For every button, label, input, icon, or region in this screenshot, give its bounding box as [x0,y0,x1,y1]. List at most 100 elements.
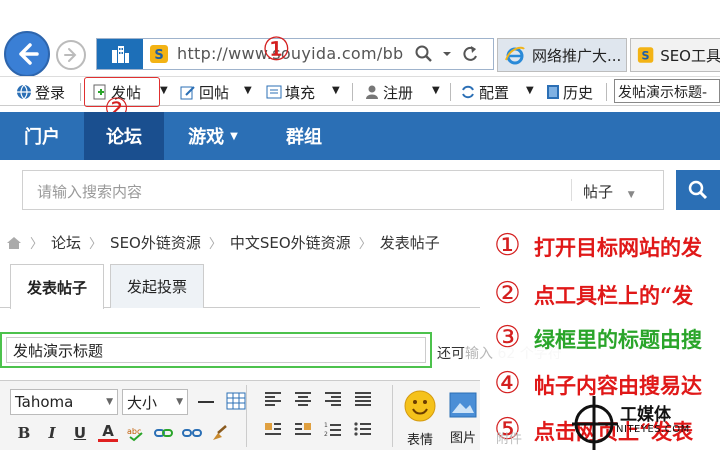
step-text: 绿框里的标题由搜 [534,327,702,352]
breadcrumb: 〉 论坛 〉 SEO外链资源 〉 中文SEO外链资源 〉 发表帖子 [6,232,440,253]
justify-icon[interactable] [354,391,372,407]
font-select[interactable]: Tahoma ▼ [10,389,118,415]
clear-format-icon[interactable] [210,424,230,442]
reply-label: 回帖 [199,83,230,102]
browser-tab-1[interactable]: 网络推广大... [497,38,627,72]
image-icon [449,392,477,418]
globe-icon [17,84,31,100]
size-select[interactable]: 大小 ▼ [122,389,188,415]
table-icon[interactable] [226,391,246,411]
site-nav: 门户 论坛 游戏 ▼ 群组 [0,112,720,160]
config-label: 配置 [479,83,510,102]
back-button[interactable] [4,31,50,77]
svg-text:S: S [154,48,163,63]
align-buttons: 12 [264,391,374,437]
chevron-down-icon: ▼ [176,397,183,407]
unlink-icon[interactable] [182,424,202,442]
book-icon [547,85,559,99]
bold-button[interactable]: B [14,424,34,442]
search-icon[interactable] [413,44,435,64]
register-label: 注册 [383,83,414,102]
breadcrumb-item[interactable]: 中文SEO外链资源 [230,232,351,253]
breadcrumb-item[interactable]: SEO外链资源 [110,232,201,253]
unordered-list-icon[interactable] [354,421,372,437]
tab-new-poll[interactable]: 发起投票 [110,264,204,308]
title-input[interactable]: 发帖演示标题 [6,337,426,363]
post-dropdown-icon[interactable]: ▼ [160,85,168,96]
underline-button[interactable]: U [70,424,90,442]
nav-groups[interactable]: 群组 [262,112,346,160]
address-actions [413,43,481,64]
search-input[interactable]: 请输入搜索内容 [37,181,142,202]
spellcheck-icon[interactable]: abc [126,424,146,442]
align-center-icon[interactable] [294,391,312,407]
italic-button[interactable]: I [42,424,62,442]
search-button[interactable] [676,170,720,210]
browser-tab-2[interactable]: S SEO工具 [630,38,720,72]
float-right-icon[interactable] [294,421,312,437]
step-number: ③ [494,320,521,355]
forward-button[interactable] [56,40,86,70]
hr-icon[interactable] [198,401,214,403]
address-bar[interactable]: S http://www.souyida.com/bb [96,38,494,70]
search-icon [688,180,708,200]
image-label: 图片 [449,431,476,446]
step-text: 打开目标网站的发 [534,235,702,260]
tab-new-post[interactable]: 发表帖子 [10,264,104,309]
register-dropdown-icon[interactable]: ▼ [432,85,440,96]
emoji-label: 表情 [406,433,433,448]
register-button[interactable]: 注册 [364,79,413,105]
nav-forum[interactable]: 论坛 [84,112,164,160]
dropdown-icon[interactable] [440,44,454,64]
breadcrumb-item[interactable]: 论坛 [51,232,81,253]
step-number: ② [494,276,521,311]
chevron-right-icon: 〉 [30,237,44,252]
post-tabs: 发表帖子 发起投票 [0,264,480,309]
config-button[interactable]: 配置 [460,79,509,105]
align-right-icon[interactable] [324,391,342,407]
refresh-icon[interactable] [459,44,481,64]
reply-button[interactable]: 回帖 [180,79,229,105]
watermark-text: 工媒体 [620,405,671,425]
editor-divider [392,385,393,447]
reply-dropdown-icon[interactable]: ▼ [244,85,252,96]
ordered-list-icon[interactable]: 12 [324,421,342,437]
user-icon [366,85,378,99]
watermark-sub: NITEYES.COM [616,424,690,435]
nav-portal[interactable]: 门户 [0,112,84,160]
login-button[interactable]: 登录 [16,79,65,105]
attach-label: 附件 [496,432,523,447]
fill-dropdown-icon[interactable]: ▼ [332,85,340,96]
arrow-left-icon [19,43,39,65]
home-icon[interactable] [6,235,22,251]
float-left-icon[interactable] [264,421,282,437]
site-favicon-icon: S [637,47,654,63]
emoji-button[interactable]: 表情 [400,389,440,448]
history-button[interactable]: 历史 [546,79,593,105]
editor-divider [246,385,247,447]
config-dropdown-icon[interactable]: ▼ [526,85,534,96]
edit-icon [180,86,195,100]
link-icon[interactable] [154,424,174,442]
size-select-value: 大小 [127,393,158,412]
site-badge-icon [97,39,143,69]
align-left-icon[interactable] [264,391,282,407]
title-select[interactable]: 发帖演示标题- [614,79,720,103]
chevron-right-icon: 〉 [208,237,222,252]
chevron-down-icon: ▼ [627,190,635,200]
chevron-down-icon: ▼ [230,130,238,142]
search-divider [571,179,572,201]
image-button[interactable]: 图片 [446,389,480,446]
site-favicon-icon: S [149,44,169,64]
search-category-select[interactable]: 帖子 ▼ [583,181,635,202]
fill-button[interactable]: 填充 [266,79,315,105]
text-color-button[interactable]: A [98,423,118,442]
ie-icon [505,46,525,65]
step-text: 点工具栏上的“发 [534,283,694,308]
font-select-value: Tahoma [15,393,74,411]
arrow-right-icon [64,48,77,62]
svg-text:2: 2 [324,431,328,437]
nav-games[interactable]: 游戏 ▼ [168,112,258,160]
format-buttons: B I U A abc [14,423,230,442]
watermark: 工媒体 NITEYES.COM [572,388,720,450]
